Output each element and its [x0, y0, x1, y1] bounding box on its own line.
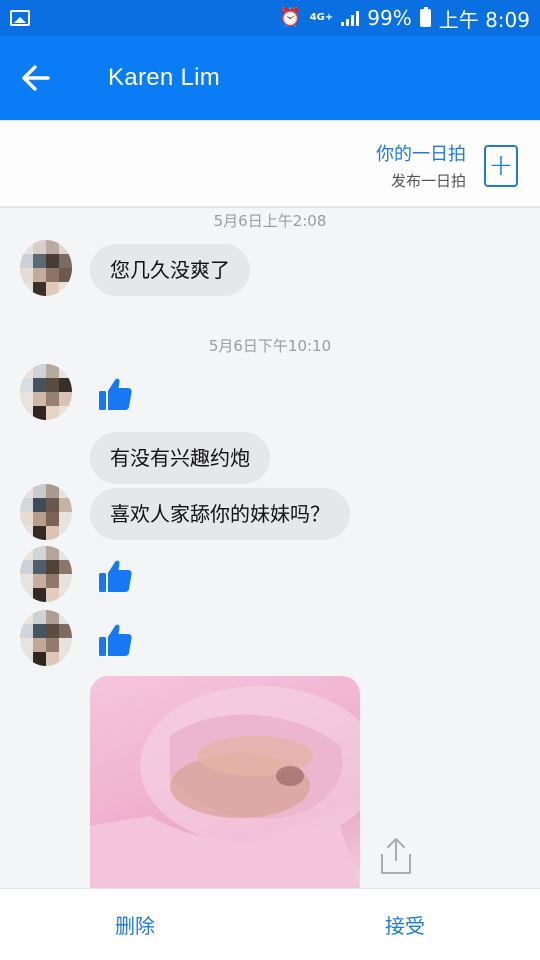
share-icon[interactable] [378, 836, 414, 876]
status-bar: ⏰ 4G+ 99% 上午 8:09 [0, 0, 540, 36]
avatar[interactable] [20, 610, 72, 666]
avatar[interactable] [20, 546, 72, 602]
thumbs-up-icon[interactable] [98, 376, 132, 412]
photo-image [90, 686, 360, 888]
accept-button[interactable]: 接受 [270, 910, 540, 939]
message-bubble[interactable]: 您几久没爽了 [90, 244, 250, 296]
battery-percent: 99% [367, 6, 412, 30]
app-header: Karen Lim [0, 36, 540, 120]
timestamp: 5月6日上午2:08 [213, 212, 327, 230]
banner-title[interactable]: 你的一日拍 [376, 143, 466, 167]
add-day-button[interactable]: + [484, 145, 518, 187]
gallery-icon [10, 10, 30, 26]
avatar[interactable] [20, 240, 72, 296]
plus-icon: + [488, 148, 514, 183]
status-right: ⏰ 4G+ 99% 上午 8:09 [279, 4, 530, 33]
signal-icon [341, 10, 360, 26]
message-bubble[interactable]: 喜欢人家舔你的妹妹吗？ [90, 488, 350, 540]
avatar[interactable] [20, 364, 72, 420]
battery-icon [419, 7, 431, 27]
thumbs-up-icon[interactable] [98, 622, 132, 658]
message-bubble[interactable]: 有没有兴趣约炮 [90, 432, 270, 484]
avatar[interactable] [20, 484, 72, 540]
bottom-action-bar: 删除 接受 [0, 888, 540, 960]
back-arrow-icon [22, 65, 50, 91]
photo-message[interactable] [90, 676, 360, 888]
banner-subtitle: 发布一日拍 [390, 172, 466, 190]
alarm-icon: ⏰ [279, 7, 302, 28]
network-label: 4G+ [309, 12, 334, 23]
timestamp: 5月6日下午10:10 [208, 337, 332, 355]
thumbs-up-icon[interactable] [98, 558, 132, 594]
status-left [10, 10, 30, 26]
day-banner: 你的一日拍 发布一日拍 + [0, 120, 540, 208]
contact-name: Karen Lim [108, 64, 221, 91]
delete-button[interactable]: 删除 [0, 910, 270, 939]
banner-text: 你的一日拍 发布一日拍 [376, 143, 466, 193]
back-button[interactable] [0, 36, 72, 120]
clock: 上午 8:09 [438, 7, 530, 32]
